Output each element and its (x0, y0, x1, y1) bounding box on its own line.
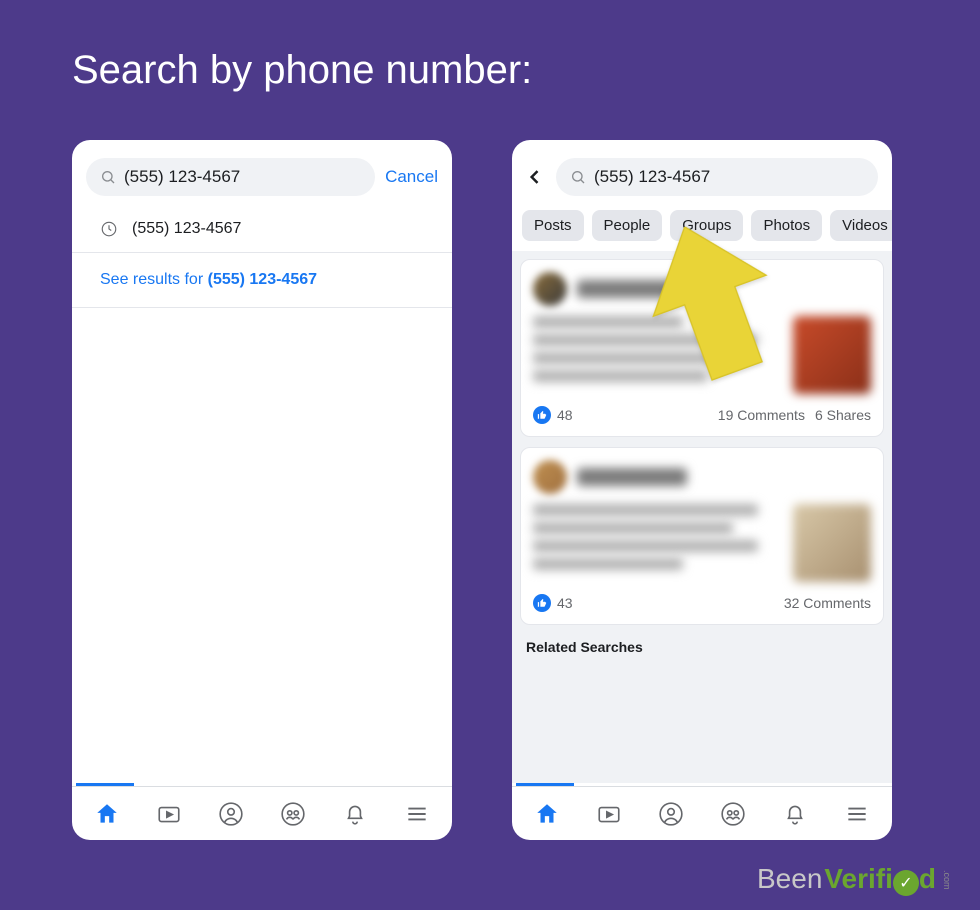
search-input-value: (555) 123-4567 (124, 167, 240, 187)
avatar (533, 460, 567, 494)
chip-groups[interactable]: Groups (670, 210, 743, 241)
bottom-navbar (72, 786, 452, 840)
watch-icon (156, 801, 182, 827)
post-footer: 43 32 Comments (533, 594, 871, 612)
chip-people[interactable]: People (592, 210, 663, 241)
like-count: 48 (557, 407, 573, 423)
blurred-post-text (533, 504, 783, 570)
comment-count: 32 Comments (784, 595, 871, 611)
chip-photos[interactable]: Photos (751, 210, 822, 241)
nav-groups[interactable] (279, 800, 307, 828)
nav-notifications[interactable] (781, 800, 809, 828)
chip-posts[interactable]: Posts (522, 210, 584, 241)
profile-icon (218, 801, 244, 827)
watermark-verified-pre: Verifi (824, 863, 892, 895)
groups-icon (280, 801, 306, 827)
post-thumbnail (793, 504, 871, 582)
cancel-button[interactable]: Cancel (385, 167, 438, 187)
post-card[interactable]: 48 19 Comments 6 Shares (520, 259, 884, 437)
hamburger-icon (404, 801, 430, 827)
chip-videos[interactable]: Videos (830, 210, 892, 241)
see-results-link[interactable]: See results for (555) 123-4567 (72, 253, 452, 308)
watermark-com: .com (942, 870, 952, 890)
groups-icon (720, 801, 746, 827)
phones-row: (555) 123-4567 Cancel (555) 123-4567 See… (72, 140, 892, 840)
nav-menu[interactable] (843, 800, 871, 828)
phone-right: (555) 123-4567 Posts People Groups Photo… (512, 140, 892, 840)
watermark-been: Been (757, 863, 822, 895)
check-icon: ✓ (893, 870, 919, 896)
results-topbar: (555) 123-4567 (512, 140, 892, 206)
home-icon (94, 801, 120, 827)
results-body: 48 19 Comments 6 Shares (512, 251, 892, 783)
comment-count: 19 Comments (718, 407, 805, 423)
search-input-value: (555) 123-4567 (594, 167, 710, 187)
page-heading: Search by phone number: (72, 48, 532, 93)
share-count: 6 Shares (815, 407, 871, 423)
like-icon (533, 594, 551, 612)
like-count: 43 (557, 595, 573, 611)
watch-icon (596, 801, 622, 827)
chevron-left-icon (525, 167, 545, 187)
watermark-verified-post: d (919, 863, 936, 895)
profile-icon (658, 801, 684, 827)
hamburger-icon (844, 801, 870, 827)
post-thumbnail (793, 316, 871, 394)
blurred-author-name (577, 280, 687, 298)
nav-menu[interactable] (403, 800, 431, 828)
blurred-author-name (577, 468, 687, 486)
nav-notifications[interactable] (341, 800, 369, 828)
search-icon (100, 169, 116, 185)
nav-watch[interactable] (595, 800, 623, 828)
avatar (533, 272, 567, 306)
nav-home[interactable] (93, 800, 121, 828)
blurred-post-text (533, 316, 783, 382)
nav-profile[interactable] (657, 800, 685, 828)
bell-icon (782, 801, 808, 827)
history-item-text: (555) 123-4567 (132, 220, 241, 238)
nav-watch[interactable] (155, 800, 183, 828)
watermark-logo: BeenVerifi✓d .com (757, 863, 952, 896)
post-card[interactable]: 43 32 Comments (520, 447, 884, 625)
bell-icon (342, 801, 368, 827)
nav-groups[interactable] (719, 800, 747, 828)
see-results-prefix: See results for (100, 271, 208, 288)
search-topbar: (555) 123-4567 Cancel (72, 140, 452, 206)
back-button[interactable] (522, 167, 548, 187)
nav-home[interactable] (533, 800, 561, 828)
post-footer: 48 19 Comments 6 Shares (533, 406, 871, 424)
search-history-item[interactable]: (555) 123-4567 (72, 206, 452, 253)
empty-body (72, 308, 452, 783)
home-icon (534, 801, 560, 827)
related-searches-label: Related Searches (520, 635, 884, 655)
bottom-navbar (512, 786, 892, 840)
search-icon (570, 169, 586, 185)
history-icon (100, 220, 118, 238)
see-results-query: (555) 123-4567 (208, 271, 317, 288)
nav-profile[interactable] (217, 800, 245, 828)
phone-left: (555) 123-4567 Cancel (555) 123-4567 See… (72, 140, 452, 840)
filter-chip-row: Posts People Groups Photos Videos Pa (512, 206, 892, 251)
like-icon (533, 406, 551, 424)
search-input[interactable]: (555) 123-4567 (556, 158, 878, 196)
search-input[interactable]: (555) 123-4567 (86, 158, 375, 196)
